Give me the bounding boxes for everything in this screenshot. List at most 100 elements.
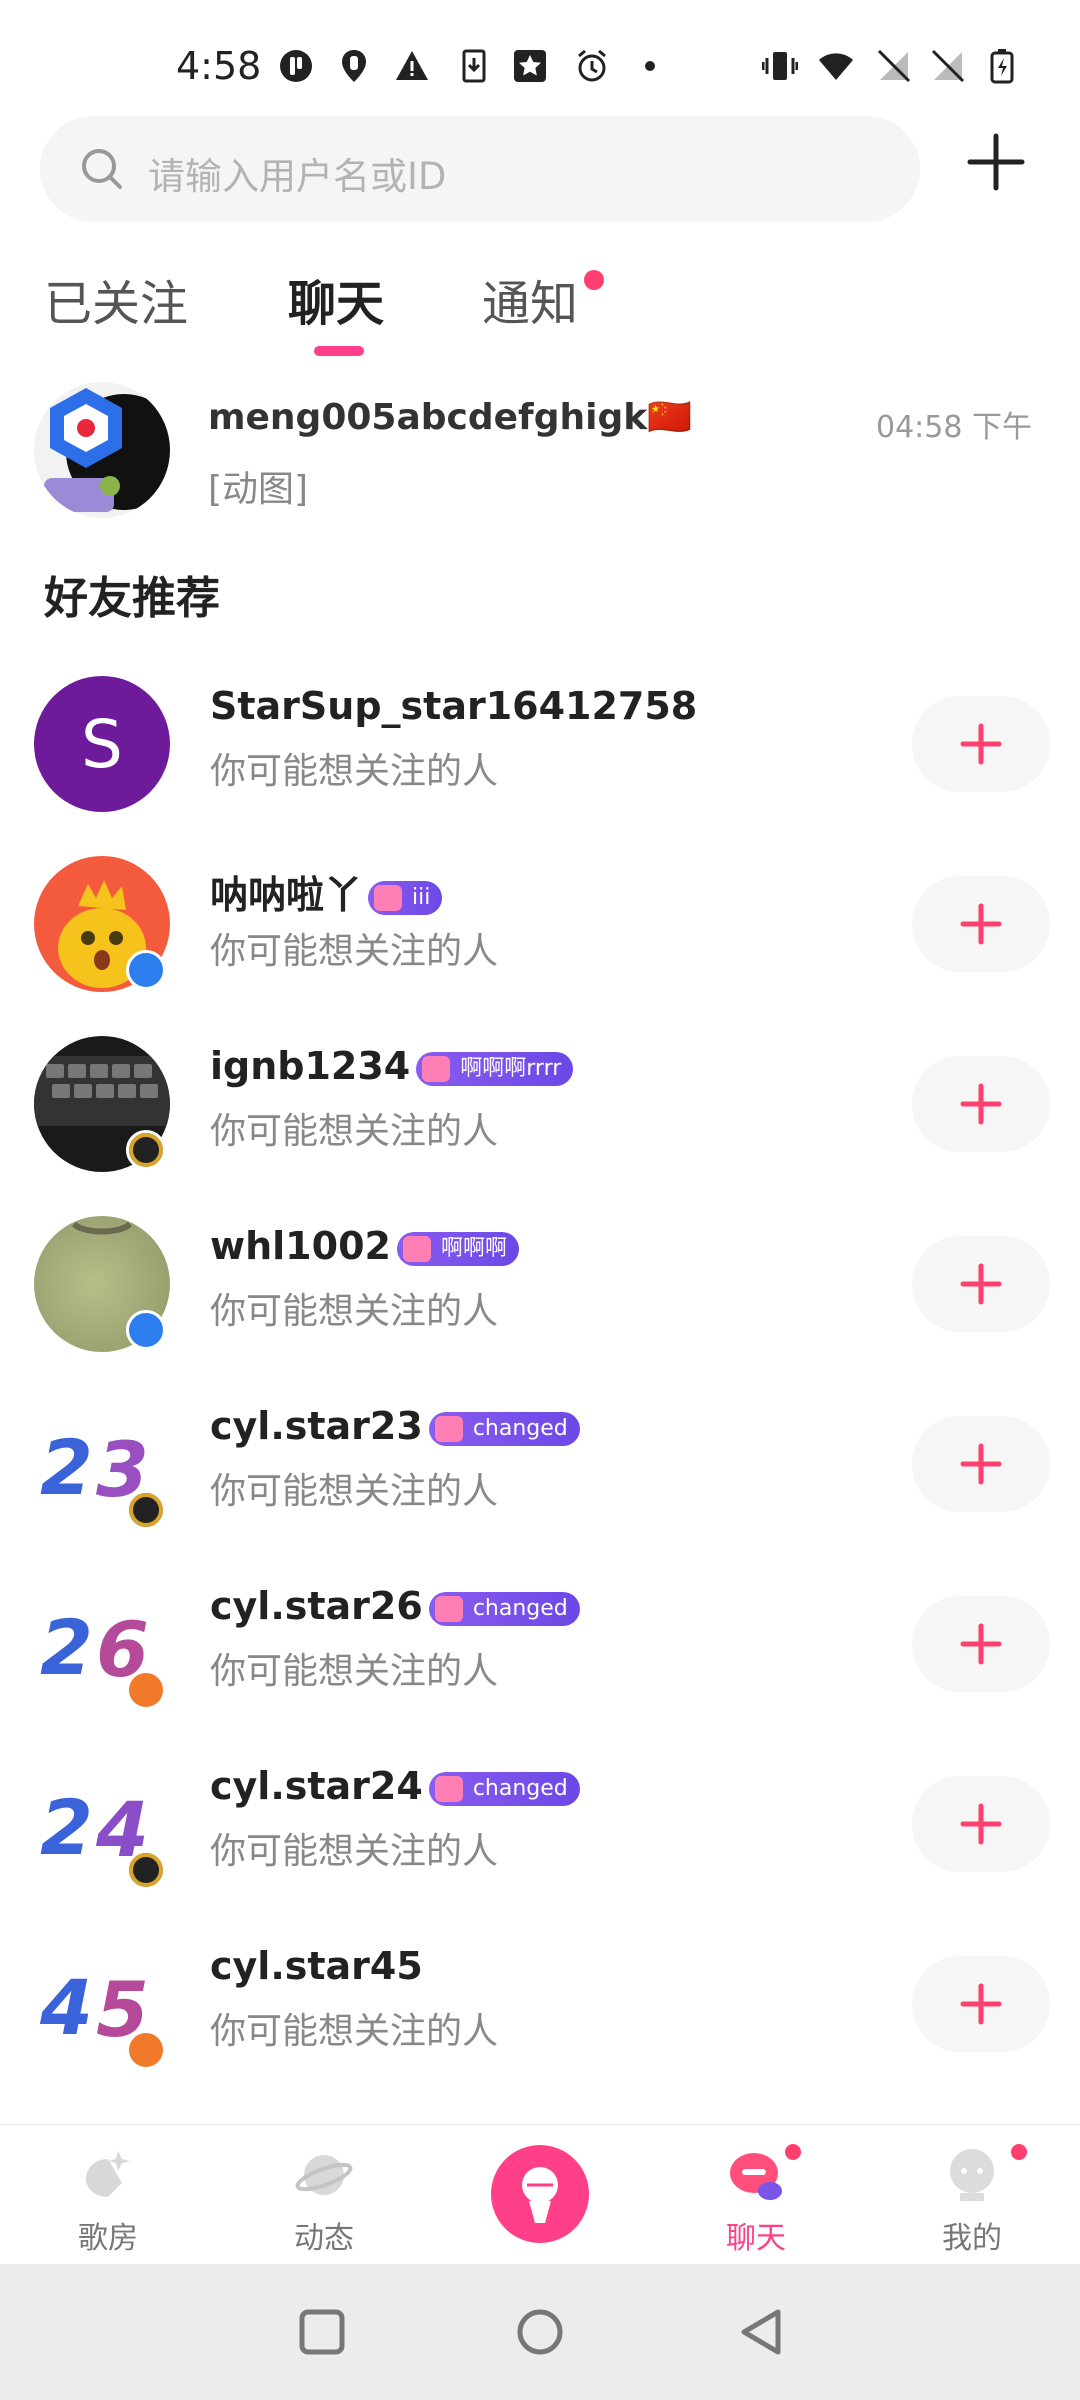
user-name: ignb1234 啊啊啊rrrr (210, 1044, 574, 1088)
follow-button[interactable] (912, 1596, 1050, 1692)
nav-label: 聊天 (726, 2221, 786, 2256)
svg-text:2: 2 (40, 1603, 93, 1692)
nav-item-chat[interactable]: 聊天 (648, 2125, 864, 2265)
avatar (34, 382, 170, 518)
nav-item-song-room[interactable]: 歌房 (0, 2125, 216, 2265)
me-unread-dot (1008, 2141, 1030, 2163)
user-tag: iii (368, 880, 443, 915)
plus-icon (960, 1803, 1002, 1845)
dot-icon (645, 61, 655, 71)
wifi-icon (819, 53, 853, 80)
system-nav-bar (0, 2264, 1080, 2400)
user-tag: changed (428, 1591, 580, 1626)
search-input[interactable]: 请输入用户名或ID (40, 116, 920, 222)
svg-text:2: 2 (40, 1783, 93, 1872)
home-icon[interactable] (512, 2304, 568, 2360)
plus-icon (960, 1983, 1002, 2025)
list-item[interactable]: S StarSup_star16412758 你可能想关注的人 (0, 650, 1080, 830)
bottom-nav: 歌房 动态 聊天 我的 (0, 2124, 1080, 2264)
list-item[interactable]: 26 cyl.star26 changed 你可能想关注的人 (0, 1550, 1080, 1730)
download-icon (462, 49, 486, 83)
microphone-icon (522, 2167, 558, 2223)
user-tag: 啊啊啊 (396, 1231, 519, 1266)
chat-icon (730, 2153, 782, 2200)
chat-list-item[interactable]: meng005abcdefghigk🇨🇳 [动图] 04:58 下午 (0, 372, 1080, 532)
back-icon[interactable] (734, 2304, 790, 2360)
follow-button[interactable] (912, 696, 1050, 792)
follow-button[interactable] (912, 1056, 1050, 1152)
recent-apps-icon[interactable] (294, 2304, 350, 2360)
vip-badge-icon (126, 1850, 166, 1890)
vip-badge-icon (126, 1490, 166, 1530)
plus-icon (960, 1623, 1002, 1665)
plus-icon (960, 1083, 1002, 1125)
list-item[interactable]: 45 cyl.star45 你可能想关注的人 (0, 1910, 1080, 2090)
user-subtitle: 你可能想关注的人 (210, 751, 499, 792)
chat-last-message: [动图] (208, 469, 309, 510)
planet-icon (295, 2155, 353, 2195)
user-subtitle: 你可能想关注的人 (210, 1111, 499, 1152)
user-tag: 啊啊啊rrrr (416, 1051, 574, 1086)
star-app-icon (514, 50, 546, 82)
list-item[interactable]: 24 cyl.star24 changed 你可能想关注的人 (0, 1730, 1080, 1910)
notification-dot (584, 270, 604, 290)
alarm-icon (578, 49, 606, 82)
warning-icon (396, 51, 428, 80)
add-icon[interactable] (964, 130, 1028, 194)
status-bar: 4:58 (0, 0, 1080, 120)
user-subtitle: 你可能想关注的人 (210, 1651, 499, 1692)
status-time: 4:58 (176, 44, 262, 88)
vip-badge-icon (126, 2030, 166, 2070)
user-subtitle: 你可能想关注的人 (210, 1831, 499, 1872)
svg-text:4: 4 (39, 1963, 93, 2052)
user-name: cyl.star24 changed (210, 1764, 580, 1808)
avatar: S (34, 676, 170, 812)
chat-name: meng005abcdefghigk🇨🇳 (208, 397, 692, 438)
vibrate-icon (762, 52, 798, 80)
vip-badge-icon (126, 1130, 166, 1170)
follow-button[interactable] (912, 1236, 1050, 1332)
nav-item-me[interactable]: 我的 (864, 2125, 1080, 2265)
user-subtitle: 你可能想关注的人 (210, 1291, 499, 1332)
list-item[interactable]: 23 cyl.star23 changed 你可能想关注的人 (0, 1370, 1080, 1550)
song-room-icon (86, 2151, 130, 2197)
user-subtitle: 你可能想关注的人 (210, 2011, 499, 2052)
user-subtitle: 你可能想关注的人 (210, 931, 499, 972)
list-item[interactable]: 呐呐啦丫 iii 你可能想关注的人 (0, 830, 1080, 1010)
avatar-letter: S (81, 706, 123, 783)
list-item[interactable]: whl1002 啊啊啊 你可能想关注的人 (0, 1190, 1080, 1370)
user-name: cyl.star26 changed (210, 1584, 580, 1628)
tab-notifications[interactable]: 通知 (482, 264, 578, 334)
center-mic-button[interactable] (491, 2145, 589, 2243)
no-signal-icon-2 (931, 49, 965, 83)
follow-button[interactable] (912, 1956, 1050, 2052)
plus-icon (960, 903, 1002, 945)
user-name: cyl.star45 (210, 1944, 423, 1988)
search-placeholder: 请输入用户名或ID (148, 155, 447, 198)
follow-button[interactable] (912, 1416, 1050, 1512)
plus-icon (960, 1263, 1002, 1305)
user-tag: changed (428, 1411, 580, 1446)
verified-badge-icon (126, 1310, 166, 1350)
follow-button[interactable] (912, 876, 1050, 972)
plus-icon (960, 723, 1002, 765)
nav-item-feed[interactable]: 动态 (216, 2125, 432, 2265)
nav-label: 我的 (942, 2221, 1002, 2256)
follow-button[interactable] (912, 1776, 1050, 1872)
search-icon (82, 149, 122, 189)
chat-time: 04:58 下午 (876, 410, 1032, 445)
tab-chat[interactable]: 聊天 (288, 264, 384, 334)
user-name: cyl.star23 changed (210, 1404, 580, 1448)
user-subtitle: 你可能想关注的人 (210, 1471, 499, 1512)
location-icon (342, 50, 366, 82)
user-name: 呐呐啦丫 iii (210, 864, 443, 919)
battery-charging-icon (990, 49, 1014, 84)
tab-following[interactable]: 已关注 (44, 264, 188, 334)
app-notification-icon (280, 50, 312, 82)
recommend-list: S StarSup_star16412758 你可能想关注的人 呐呐啦丫 iii … (0, 650, 1080, 2090)
no-signal-icon (877, 49, 911, 83)
vip-badge-icon (126, 1670, 166, 1710)
list-item[interactable]: ignb1234 啊啊啊rrrr 你可能想关注的人 (0, 1010, 1080, 1190)
plus-icon (960, 1443, 1002, 1485)
svg-text:2: 2 (40, 1423, 93, 1512)
